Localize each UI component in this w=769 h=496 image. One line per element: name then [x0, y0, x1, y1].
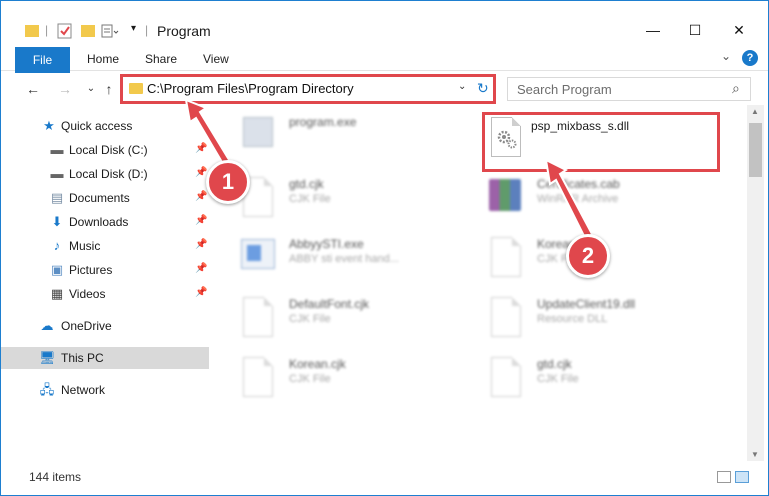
step-badge-2: 2 [566, 234, 610, 278]
arrow-2-shape [544, 158, 594, 242]
annotation-arrows [184, 98, 594, 242]
step-badge-1: 1 [206, 160, 250, 204]
